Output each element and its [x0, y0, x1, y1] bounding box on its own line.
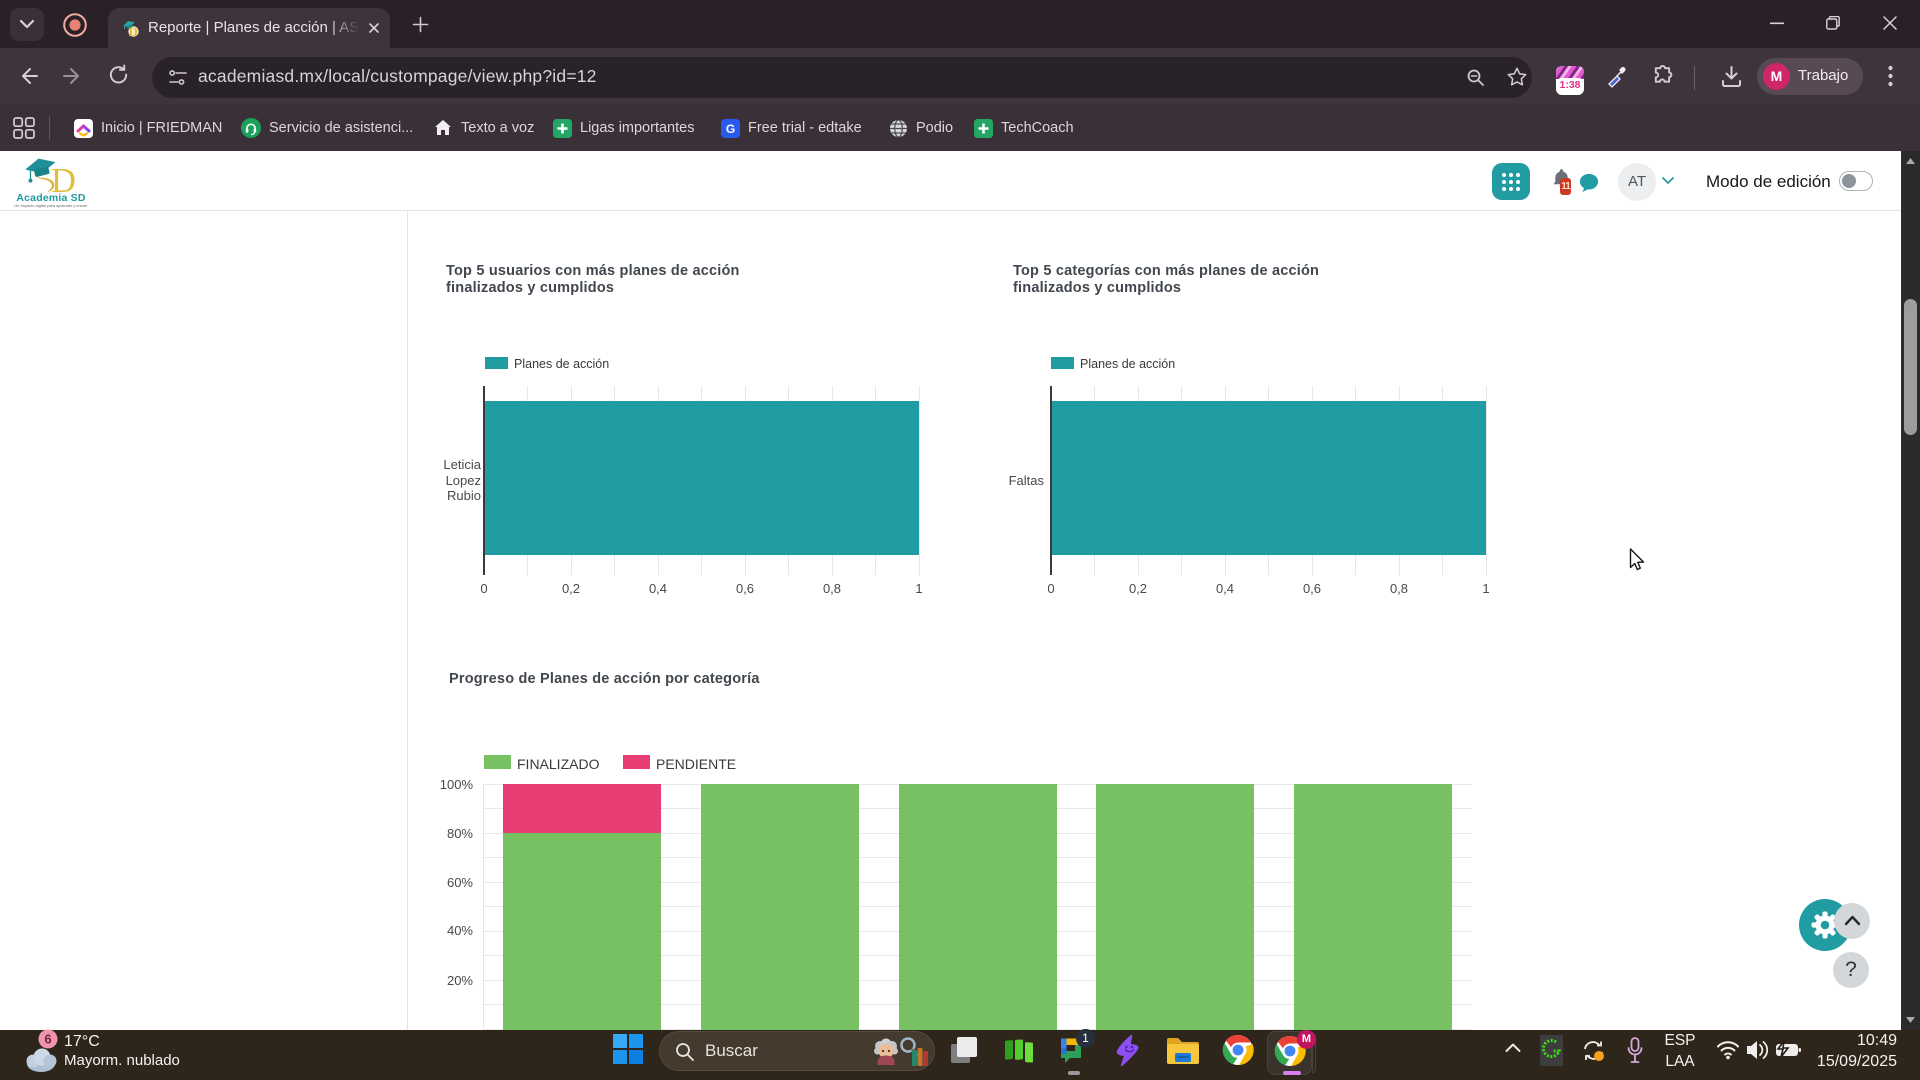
svg-text:6: 6: [44, 1032, 51, 1047]
svg-text:G: G: [726, 122, 735, 136]
